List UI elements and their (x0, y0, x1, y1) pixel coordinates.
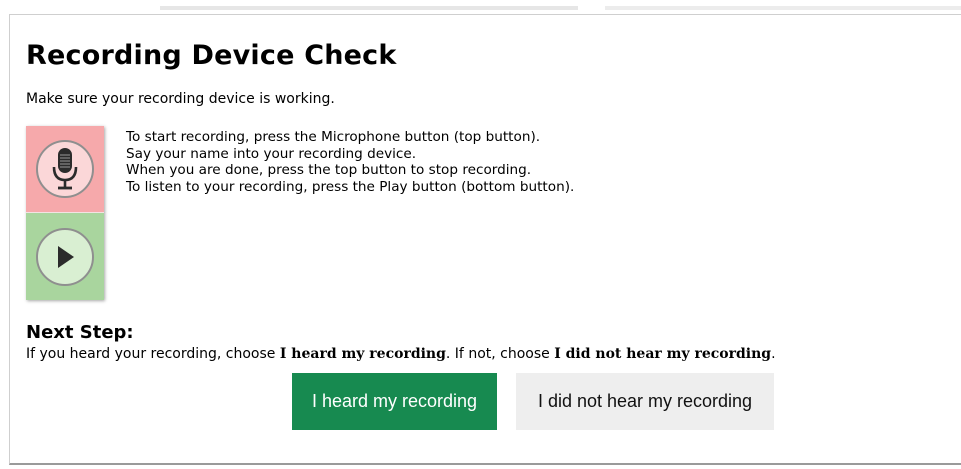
page-title: Recording Device Check (26, 40, 397, 71)
top-strip (0, 0, 961, 14)
instruction-line: Say your name into your recording device… (126, 145, 417, 162)
top-strip-segment (160, 6, 578, 10)
next-step-heard-label: I heard my recording (279, 346, 446, 362)
next-step-heading: Next Step: (26, 322, 134, 343)
instruction-line: To listen to your recording, press the P… (126, 178, 575, 195)
next-step-text: If you heard your recording, choose I he… (26, 346, 776, 362)
next-step-not-heard-label: I did not hear my recording (554, 346, 772, 362)
instructions-list: To start recording, press the Microphone… (126, 129, 574, 195)
recording-device-widget (26, 126, 104, 300)
next-step-suffix: . (771, 346, 776, 362)
next-step-middle: . If not, choose (445, 346, 555, 362)
play-button[interactable] (26, 213, 104, 300)
record-button[interactable] (26, 126, 104, 212)
microphone-icon (52, 148, 78, 190)
not-heard-recording-button[interactable]: I did not hear my recording (516, 373, 774, 430)
record-button-circle (36, 140, 94, 198)
play-icon (58, 245, 74, 268)
next-step-prefix: If you heard your recording, choose (26, 346, 280, 362)
heard-recording-button[interactable]: I heard my recording (292, 373, 497, 430)
top-strip-segment (605, 6, 961, 10)
instruction-line: To start recording, press the Microphone… (126, 129, 541, 145)
page-subtitle: Make sure your recording device is worki… (26, 91, 335, 107)
play-button-circle (36, 227, 94, 286)
instruction-line: When you are done, press the top button … (126, 162, 532, 179)
